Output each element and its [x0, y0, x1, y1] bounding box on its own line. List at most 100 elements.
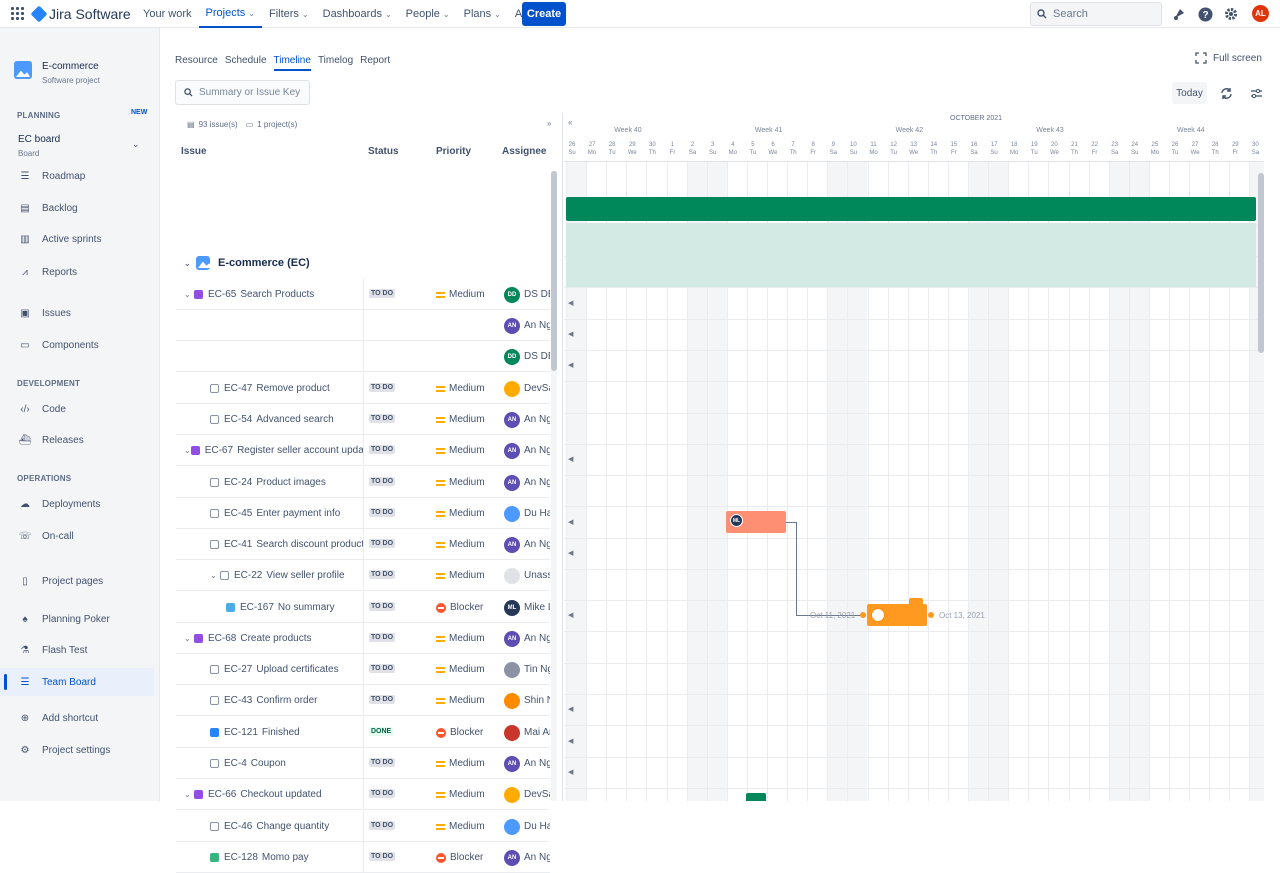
issue-key[interactable]: EC-66 [208, 789, 236, 800]
table-row[interactable]: EC-43 Confirm order TO DO Medium Shin N [176, 685, 550, 716]
priority-cell[interactable]: Blocker [436, 592, 483, 623]
scroll-to-bar-icon[interactable]: ◀ [568, 299, 573, 307]
status-badge[interactable]: DONE [369, 727, 394, 736]
table-row[interactable]: EC-128 Momo pay TO DO Blocker AN An Ng [176, 842, 550, 873]
assignee-cell[interactable]: DD DS DE [504, 341, 550, 372]
status-badge[interactable]: TO DO [369, 414, 396, 423]
assignee-cell[interactable]: Mai Ar [504, 717, 550, 748]
chevron-down-icon[interactable]: ⌄ [184, 790, 194, 799]
status-badge[interactable]: TO DO [369, 852, 396, 861]
scroll-left-icon[interactable]: « [568, 118, 572, 127]
issue-key[interactable]: EC-46 [224, 821, 252, 832]
table-row[interactable]: DD DS DE [176, 341, 550, 372]
issue-key[interactable]: EC-22 [234, 570, 262, 581]
table-row[interactable]: ⌄ EC-67 Register seller account update TO D… [176, 435, 550, 466]
drag-handle[interactable] [909, 598, 923, 606]
assignee-cell[interactable]: DD DS DE [504, 279, 550, 310]
table-row[interactable]: EC-4 Coupon TO DO Medium AN An Ng [176, 748, 550, 779]
create-button[interactable]: Create [522, 2, 566, 26]
issue-title[interactable]: Checkout updated [240, 789, 321, 800]
nav-item-filters[interactable]: Filters ⌄ [262, 0, 316, 28]
sidebar-item-components[interactable]: ▭ Components [0, 331, 154, 359]
issue-key[interactable]: EC-4 [224, 758, 247, 769]
refresh-icon[interactable] [1217, 84, 1235, 102]
priority-cell[interactable]: Medium [436, 623, 485, 654]
priority-cell[interactable]: Medium [436, 748, 485, 779]
priority-cell[interactable]: Medium [436, 498, 485, 529]
table-row[interactable]: EC-27 Upload certificates TO DO Medium Tin N… [176, 654, 550, 685]
help-icon[interactable]: ? [1196, 5, 1214, 23]
assignee-cell[interactable]: AN An Ng [504, 529, 550, 560]
table-row[interactable]: EC-121 Finished DONE Blocker Mai Ar [176, 717, 550, 748]
settings-sliders-icon[interactable] [1247, 84, 1265, 102]
priority-cell[interactable]: Medium [436, 529, 485, 560]
board-selector[interactable]: EC board [18, 134, 60, 145]
priority-cell[interactable]: Medium [436, 373, 485, 404]
issue-title[interactable]: No summary [278, 602, 335, 613]
assignee-cell[interactable]: AN An Ng [504, 842, 550, 873]
scrollbar-thumb[interactable] [551, 171, 557, 371]
nav-item-dashboards[interactable]: Dashboards ⌄ [316, 0, 399, 28]
assignee-cell[interactable]: AN An Ng [504, 623, 550, 654]
assignee-cell[interactable]: AN An Ng [504, 310, 550, 341]
issue-title[interactable]: Register seller account update [237, 445, 363, 456]
status-badge[interactable]: TO DO [369, 383, 396, 392]
assignee-cell[interactable]: DevSa [504, 373, 550, 404]
status-badge[interactable]: TO DO [369, 289, 396, 298]
scroll-to-bar-icon[interactable]: ◀ [568, 330, 573, 338]
chevron-down-icon[interactable]: ⌄ [184, 446, 191, 455]
task-bar-ec-128[interactable] [746, 793, 766, 801]
priority-cell[interactable]: Medium [436, 811, 485, 842]
assignee-cell[interactable]: Tin Ng [504, 654, 550, 685]
app-switcher-icon[interactable] [11, 7, 24, 20]
table-row[interactable]: EC-45 Enter payment info TO DO Medium Du Ha [176, 498, 550, 529]
issue-key[interactable]: EC-47 [224, 383, 252, 394]
table-row[interactable]: ⌄ EC-68 Create products TO DO Medium AN An Ng [176, 623, 550, 654]
status-badge[interactable]: TO DO [369, 570, 396, 579]
priority-cell[interactable]: Blocker [436, 842, 483, 873]
priority-cell[interactable]: Medium [436, 560, 485, 591]
table-row[interactable]: EC-24 Product images TO DO Medium AN An Ng [176, 467, 550, 498]
priority-cell[interactable]: Medium [436, 654, 485, 685]
issue-title[interactable]: Create products [240, 633, 311, 644]
status-badge[interactable]: TO DO [369, 695, 396, 704]
issue-key[interactable]: EC-128 [224, 852, 258, 863]
sidebar-item-on-call[interactable]: ☏ On-call [0, 522, 154, 550]
nav-item-people[interactable]: People ⌄ [399, 0, 457, 28]
issue-title[interactable]: Coupon [251, 758, 286, 769]
assignee-cell[interactable]: AN An Ng [504, 404, 550, 435]
sidebar-item-roadmap[interactable]: ☰ Roadmap [0, 162, 154, 190]
status-badge[interactable]: TO DO [369, 445, 396, 454]
issue-key[interactable]: EC-65 [208, 289, 236, 300]
status-badge[interactable]: TO DO [369, 602, 396, 611]
tab-report[interactable]: Report [360, 55, 397, 71]
issue-key[interactable]: EC-27 [224, 664, 252, 675]
table-row[interactable]: EC-54 Advanced search TO DO Medium AN An Ng [176, 404, 550, 435]
issue-title[interactable]: Enter payment info [256, 508, 340, 519]
scroll-to-bar-icon[interactable]: ◀ [568, 705, 573, 713]
issue-title[interactable]: Confirm order [256, 695, 317, 706]
issue-filter-input[interactable]: Summary or Issue Key [175, 80, 310, 105]
status-badge[interactable]: TO DO [369, 477, 396, 486]
epic-bar-ec-65[interactable] [566, 197, 1256, 221]
scroll-to-bar-icon[interactable]: ◀ [568, 361, 573, 369]
status-badge[interactable]: TO DO [369, 664, 396, 673]
chevron-down-icon[interactable]: ⌄ [132, 139, 140, 150]
nav-item-projects[interactable]: Projects ⌄ [198, 0, 262, 28]
issue-key[interactable]: EC-167 [240, 602, 274, 613]
assignee-cell[interactable]: ML Mike L [504, 592, 550, 623]
nav-item-plans[interactable]: Plans ⌄ [457, 0, 508, 28]
issue-key[interactable]: EC-45 [224, 508, 252, 519]
project-header[interactable]: E-commerce Software project [14, 61, 100, 85]
assignee-cell[interactable]: Du Ha [504, 811, 550, 842]
issue-key[interactable]: EC-24 [224, 477, 252, 488]
scroll-to-bar-icon[interactable]: ◀ [568, 768, 573, 776]
full-screen-button[interactable]: Full screen [1195, 52, 1262, 64]
end-handle[interactable] [928, 612, 934, 618]
issue-title[interactable]: Momo pay [262, 852, 309, 863]
priority-cell[interactable]: Medium [436, 404, 485, 435]
notifications-icon[interactable] [1170, 5, 1188, 23]
col-assignee-header[interactable]: Assignee [502, 146, 546, 157]
scroll-to-bar-icon[interactable]: ◀ [568, 518, 573, 526]
tab-timelog[interactable]: Timelog [318, 55, 360, 71]
